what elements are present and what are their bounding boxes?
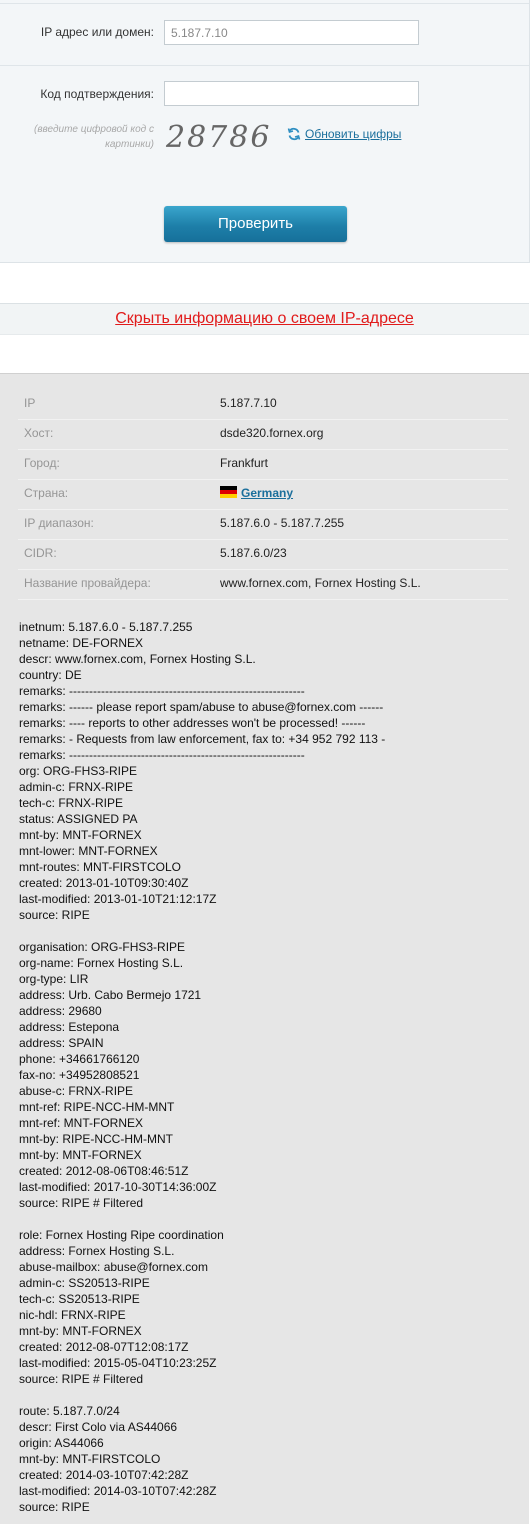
info-key: Хост: [24,426,54,440]
ip-input[interactable] [164,20,419,45]
refresh-link[interactable]: Обновить цифры [305,127,401,141]
info-value: dsde320.fornex.org [220,426,324,440]
whois-record: inetnum: 5.187.6.0 - 5.187.7.255 netname… [19,620,386,1514]
divider [0,65,529,66]
info-key: IP [24,396,36,410]
info-key: CIDR: [24,546,57,560]
code-input[interactable] [164,81,419,106]
info-value: www.fornex.com, Fornex Hosting S.L. [220,576,421,590]
info-row-cidr: CIDR: 5.187.6.0/23 [18,539,508,570]
check-button[interactable]: Проверить [164,206,347,242]
divider [0,3,529,4]
info-key: Название провайдера: [24,576,151,590]
code-label: Код подтверждения: [40,87,154,101]
info-row-host: Хост: dsde320.fornex.org [18,419,508,450]
info-key: Страна: [24,486,69,500]
info-row-country: Страна: Germany [18,479,508,510]
info-value: 5.187.6.0 - 5.187.7.255 [220,516,345,530]
ip-check-form: IP адрес или домен: Код подтверждения: (… [0,0,530,263]
info-row-ip-range: IP диапазон: 5.187.6.0 - 5.187.7.255 [18,509,508,540]
germany-flag-icon [220,486,237,498]
info-row-provider: Название провайдера: www.fornex.com, For… [18,569,508,600]
info-value: 5.187.7.10 [220,396,277,410]
hide-ip-bar: Скрыть информацию о своем IP-адресе [0,303,529,335]
country-link[interactable]: Germany [241,486,293,500]
info-value: Frankfurt [220,456,269,470]
info-row-ip: IP 5.187.7.10 [18,389,508,420]
info-key: Город: [24,456,60,470]
hide-ip-link[interactable]: Скрыть информацию о своем IP-адресе [115,310,414,327]
info-value: 5.187.6.0/23 [220,546,287,560]
info-key: IP диапазон: [24,516,94,530]
ip-label: IP адрес или домен: [40,25,154,39]
captcha-image: 28786 [166,120,272,155]
refresh-icon[interactable] [287,127,301,141]
info-value: Germany [220,486,293,500]
captcha-hint: (введите цифровой код с картинки) [33,124,154,150]
info-row-city: Город: Frankfurt [18,449,508,480]
